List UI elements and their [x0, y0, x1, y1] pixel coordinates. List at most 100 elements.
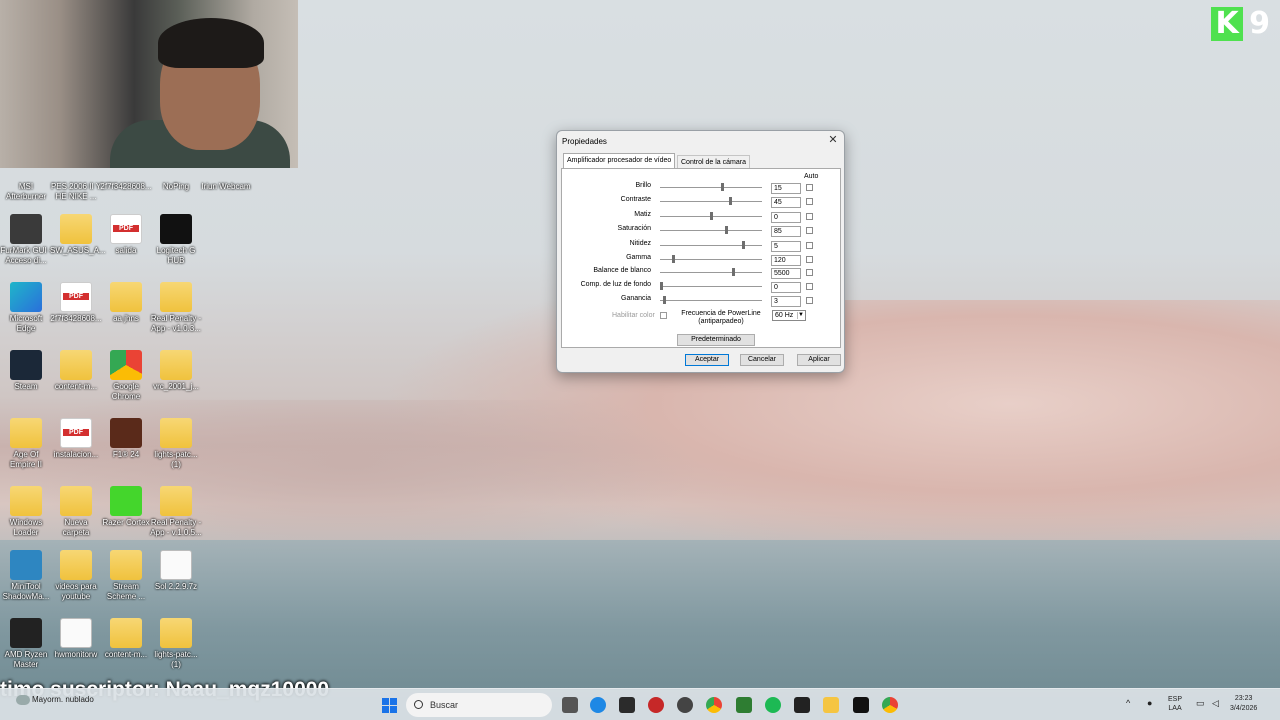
desktop-icon[interactable]: vrc_2001_j...	[150, 350, 202, 392]
auto-checkbox[interactable]	[806, 269, 813, 276]
setting-value-field[interactable]: 5	[771, 241, 801, 252]
clock[interactable]: 23:23 3/4/2026	[1230, 694, 1257, 714]
powerline-frequency-select[interactable]: 60 Hz ▼	[772, 310, 806, 321]
desktop-icon[interactable]: Age Of Empire II	[0, 418, 52, 470]
slider-thumb[interactable]	[732, 268, 735, 276]
network-icon[interactable]: ▭	[1196, 699, 1205, 708]
edge-icon[interactable]	[590, 697, 606, 713]
setting-slider[interactable]	[660, 286, 762, 287]
desktop-icon[interactable]: PDF salida	[100, 214, 152, 256]
desktop-icon[interactable]: Logitech G HUB	[150, 214, 202, 266]
slider-thumb[interactable]	[710, 212, 713, 220]
slider-thumb[interactable]	[725, 226, 728, 234]
chevron-up-icon[interactable]: ^	[1126, 699, 1130, 708]
logo-letter: K	[1211, 6, 1244, 41]
desktop-icon[interactable]: aa jhns	[100, 282, 152, 324]
desktop-icon[interactable]: Steam	[0, 350, 52, 392]
spotify-icon[interactable]	[765, 697, 781, 713]
auto-checkbox[interactable]	[806, 256, 813, 263]
auto-checkbox[interactable]	[806, 227, 813, 234]
slider-thumb[interactable]	[663, 296, 666, 304]
desktop-icon[interactable]: Nueva carpeta	[50, 486, 102, 538]
desktop-icon[interactable]: lights-patc... (1)	[150, 418, 202, 470]
volume-icon[interactable]: ◁	[1212, 699, 1219, 708]
auto-checkbox[interactable]	[806, 283, 813, 290]
setting-value-field[interactable]: 85	[771, 226, 801, 237]
desktop-icon[interactable]: F1® 24	[100, 418, 152, 460]
slider-thumb[interactable]	[721, 183, 724, 191]
auto-checkbox[interactable]	[806, 198, 813, 205]
chrome-icon[interactable]	[706, 697, 722, 713]
auto-checkbox[interactable]	[806, 184, 813, 191]
setting-value-field[interactable]: 120	[771, 255, 801, 266]
desktop-icon[interactable]: 2f7f3428608...	[100, 150, 152, 192]
desktop-icon[interactable]: MSI Afterburner	[0, 150, 52, 202]
desktop-icon[interactable]: AMD Ryzen Master	[0, 618, 52, 670]
language-indicator[interactable]: ESP LAA	[1168, 695, 1182, 713]
desktop-icon[interactable]: Google Chrome	[100, 350, 152, 402]
setting-value-field[interactable]: 45	[771, 197, 801, 208]
apply-button[interactable]: Aplicar	[797, 354, 841, 366]
desktop-icon[interactable]: PDF 2f7f3428608...	[50, 282, 102, 324]
setting-slider[interactable]	[660, 230, 762, 231]
cancel-button[interactable]: Cancelar	[740, 354, 784, 366]
start-button[interactable]	[382, 698, 397, 713]
desktop-icon[interactable]: hwmonitorw	[50, 618, 102, 660]
tab-video-amplifier[interactable]: Amplificador procesador de vídeo	[563, 153, 676, 168]
setting-value-field[interactable]: 0	[771, 282, 801, 293]
desktop-icon[interactable]: Real Penalty - App - v1.0.3...	[150, 282, 202, 334]
slider-thumb[interactable]	[660, 282, 663, 290]
desktop-icon[interactable]: videos para youtube	[50, 550, 102, 602]
desktop-icon[interactable]: MiniTool ShadowMa...	[0, 550, 52, 602]
xbox-icon[interactable]	[736, 697, 752, 713]
desktop-icon[interactable]: PES 2006 II Y HE NIKE ...	[50, 150, 102, 202]
microphone-icon[interactable]: ●	[1147, 699, 1152, 708]
setting-value-field[interactable]: 3	[771, 296, 801, 307]
setting-slider[interactable]	[660, 259, 762, 260]
auto-checkbox[interactable]	[806, 213, 813, 220]
app-icon[interactable]	[794, 697, 810, 713]
app-icon[interactable]	[677, 697, 693, 713]
ok-button[interactable]: Aceptar	[685, 354, 729, 366]
slider-thumb[interactable]	[742, 241, 745, 249]
desktop-icon[interactable]: NoPing	[150, 150, 202, 192]
desktop-icon[interactable]: SW_ASUS_A...	[50, 214, 106, 256]
auto-checkbox[interactable]	[806, 242, 813, 249]
weather-widget[interactable]: Mayorm. nublado	[16, 695, 94, 705]
setting-value-field[interactable]: 15	[771, 183, 801, 194]
desktop-icon[interactable]: Razer Cortex	[100, 486, 152, 528]
desktop-icon[interactable]: Sol 2.2.9.7z	[150, 550, 202, 592]
setting-slider[interactable]	[660, 201, 762, 202]
taskbar-search[interactable]: Buscar	[406, 693, 552, 717]
enable-color-checkbox[interactable]	[660, 312, 667, 319]
setting-slider[interactable]	[660, 272, 762, 273]
desktop-icon[interactable]: Iriun Webcam	[200, 150, 252, 192]
default-button[interactable]: Predeterminado	[677, 334, 755, 346]
desktop-icon[interactable]: FurMark GUI - Acceso di...	[0, 214, 52, 266]
slider-thumb[interactable]	[729, 197, 732, 205]
tab-camera-control[interactable]: Control de la cámara	[677, 155, 750, 168]
desktop-icon[interactable]: Real Penalty - App - v.1.0.5...	[150, 486, 202, 538]
desktop-icon[interactable]: Windows Loader	[0, 486, 52, 538]
setting-slider[interactable]	[660, 245, 762, 246]
app-icon[interactable]	[619, 697, 635, 713]
setting-value-field[interactable]: 0	[771, 212, 801, 223]
task-view-icon[interactable]	[562, 697, 578, 713]
desktop-icon[interactable]: content-m...	[100, 618, 152, 660]
tiktok-icon[interactable]	[853, 697, 869, 713]
desktop-icon[interactable]: Microsoft Edge	[0, 282, 52, 334]
desktop-icon[interactable]: Stream Scheme ...	[100, 550, 152, 602]
app-icon[interactable]	[648, 697, 664, 713]
setting-slider[interactable]	[660, 187, 762, 188]
desktop-icon[interactable]: PDF instalacion...	[50, 418, 102, 460]
desktop-icon[interactable]: content-m...	[50, 350, 102, 392]
chrome-icon[interactable]	[882, 697, 898, 713]
slider-thumb[interactable]	[672, 255, 675, 263]
setting-value-field[interactable]: 5500	[771, 268, 801, 279]
desktop-icon[interactable]: lights-patc... (1)	[150, 618, 202, 670]
setting-slider[interactable]	[660, 300, 762, 301]
file-explorer-icon[interactable]	[823, 697, 839, 713]
file-icon	[60, 618, 92, 648]
auto-checkbox[interactable]	[806, 297, 813, 304]
close-icon[interactable]: ✕	[826, 133, 840, 147]
